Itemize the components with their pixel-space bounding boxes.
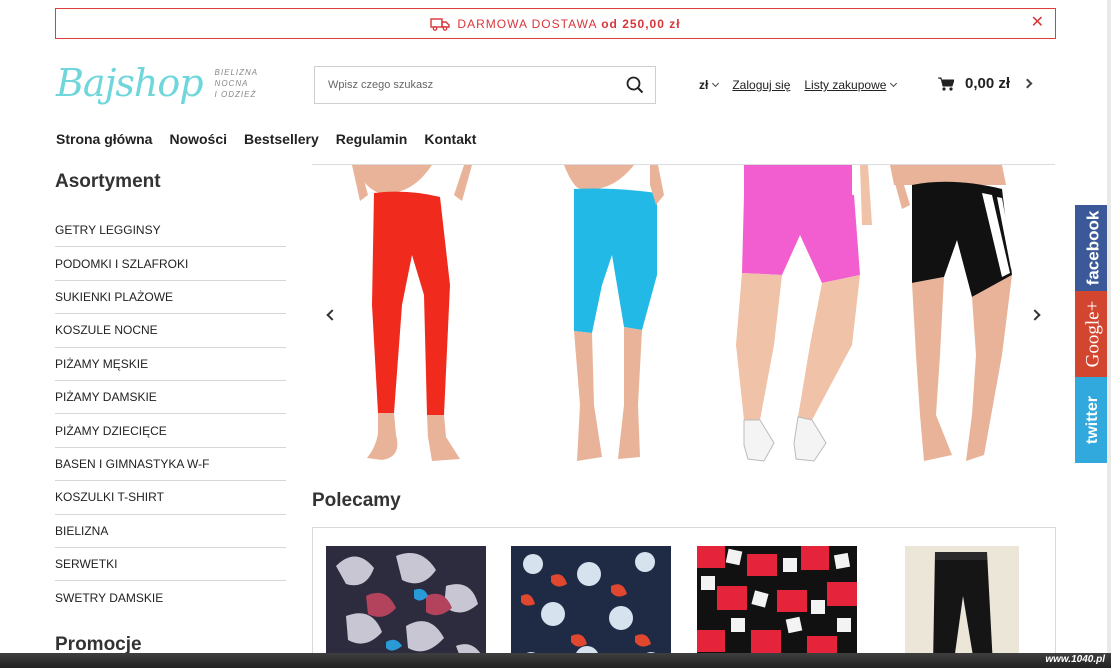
truck-icon	[430, 17, 451, 31]
hero-slider	[312, 165, 1055, 467]
chevron-down-icon	[890, 79, 898, 88]
category-item[interactable]: PIŻAMY MĘSKIE	[55, 348, 286, 381]
product-image[interactable]	[511, 546, 671, 668]
slider-image	[352, 165, 1014, 462]
nav-bestsellers[interactable]: Bestsellery	[244, 131, 319, 147]
model-red-leggings	[352, 165, 472, 461]
cart-button[interactable]: 0,00 zł	[938, 75, 1033, 92]
category-item[interactable]: SWETRY DAMSKIE	[55, 581, 286, 614]
recommended-title: Polecamy	[312, 490, 401, 511]
promo-threshold: od 250,00 zł	[601, 16, 681, 31]
cart-icon	[938, 77, 954, 91]
login-link[interactable]: Zaloguj się	[732, 78, 790, 92]
logo-wordmark: Bajshop	[56, 61, 204, 105]
category-item[interactable]: BASEN I GIMNASTYKA W-F	[55, 448, 286, 482]
search-input[interactable]	[315, 67, 615, 103]
category-item[interactable]: SERWETKI	[55, 548, 286, 582]
nav-terms[interactable]: Regulamin	[336, 131, 408, 147]
product-image[interactable]	[697, 546, 857, 668]
logo-tagline-line2: i odzież	[214, 89, 257, 99]
category-item[interactable]: KOSZULKI T-SHIRT	[55, 481, 286, 515]
nav-home[interactable]: Strona główna	[56, 131, 152, 147]
category-item[interactable]: KOSZULE NOCNE	[55, 314, 286, 348]
promo-label: DARMOWA DOSTAWA	[457, 16, 597, 31]
product-image[interactable]	[883, 546, 1043, 668]
sidebar-title: Asortyment	[55, 171, 161, 192]
shopping-lists-link[interactable]: Listy zakupowe	[804, 78, 898, 92]
watermark-text: www.1040.pl	[1045, 654, 1105, 665]
category-list: GETRY LEGGINSY PODOMKI I SZLAFROKI SUKIE…	[55, 214, 286, 615]
search-bar	[314, 66, 656, 104]
facebook-label: facebook	[1083, 210, 1103, 286]
recommended-products	[312, 527, 1056, 668]
chevron-right-icon	[1022, 78, 1033, 89]
category-item[interactable]: PIŻAMY DZIECIĘCE	[55, 414, 286, 448]
category-item[interactable]: BIELIZNA	[55, 515, 286, 548]
nav-contact[interactable]: Kontakt	[424, 131, 476, 147]
search-icon[interactable]	[615, 67, 655, 103]
scrollbar[interactable]	[1107, 0, 1111, 668]
chevron-down-icon	[712, 79, 720, 88]
logo-tagline-line1: Bielizna nocna	[214, 67, 258, 88]
free-shipping-banner: DARMOWA DOSTAWA od 250,00 zł ✕	[55, 8, 1056, 39]
model-black-shorts	[890, 165, 1014, 461]
twitter-label: twitter	[1084, 396, 1101, 444]
category-item[interactable]: PIŻAMY DAMSKIE	[55, 381, 286, 415]
currency-selector[interactable]: zł	[699, 78, 720, 92]
currency-label: zł	[699, 78, 709, 92]
logo-tagline: Bielizna nocna i odzież	[215, 67, 276, 100]
shopping-lists-label: Listy zakupowe	[804, 78, 887, 92]
shop-logo[interactable]: Bajshop Bielizna nocna i odzież	[56, 58, 276, 108]
header-links: zł Zaloguj się Listy zakupowe	[699, 78, 898, 92]
nav-new[interactable]: Nowości	[169, 131, 227, 147]
google-plus-button[interactable]: Google+	[1075, 291, 1111, 377]
category-sidebar: Asortyment GETRY LEGGINSY PODOMKI I SZLA…	[55, 171, 286, 615]
category-item[interactable]: SUKIENKI PLAŻOWE	[55, 281, 286, 315]
product-image[interactable]	[326, 546, 486, 668]
twitter-button[interactable]: twitter	[1075, 377, 1111, 463]
model-pink-shorts	[736, 165, 872, 462]
cart-total: 0,00 zł	[965, 75, 1011, 92]
model-blue-leggings	[564, 165, 664, 461]
close-icon[interactable]: ✕	[1031, 15, 1044, 31]
bottom-bar: www.1040.pl	[0, 653, 1111, 668]
facebook-button[interactable]: facebook	[1075, 205, 1111, 291]
google-plus-label: Google+	[1082, 300, 1103, 368]
promo-text: DARMOWA DOSTAWA od 250,00 zł	[457, 17, 680, 31]
category-item[interactable]: GETRY LEGGINSY	[55, 214, 286, 248]
category-item[interactable]: PODOMKI I SZLAFROKI	[55, 247, 286, 281]
main-navigation: Strona główna Nowości Bestsellery Regula…	[56, 131, 493, 147]
